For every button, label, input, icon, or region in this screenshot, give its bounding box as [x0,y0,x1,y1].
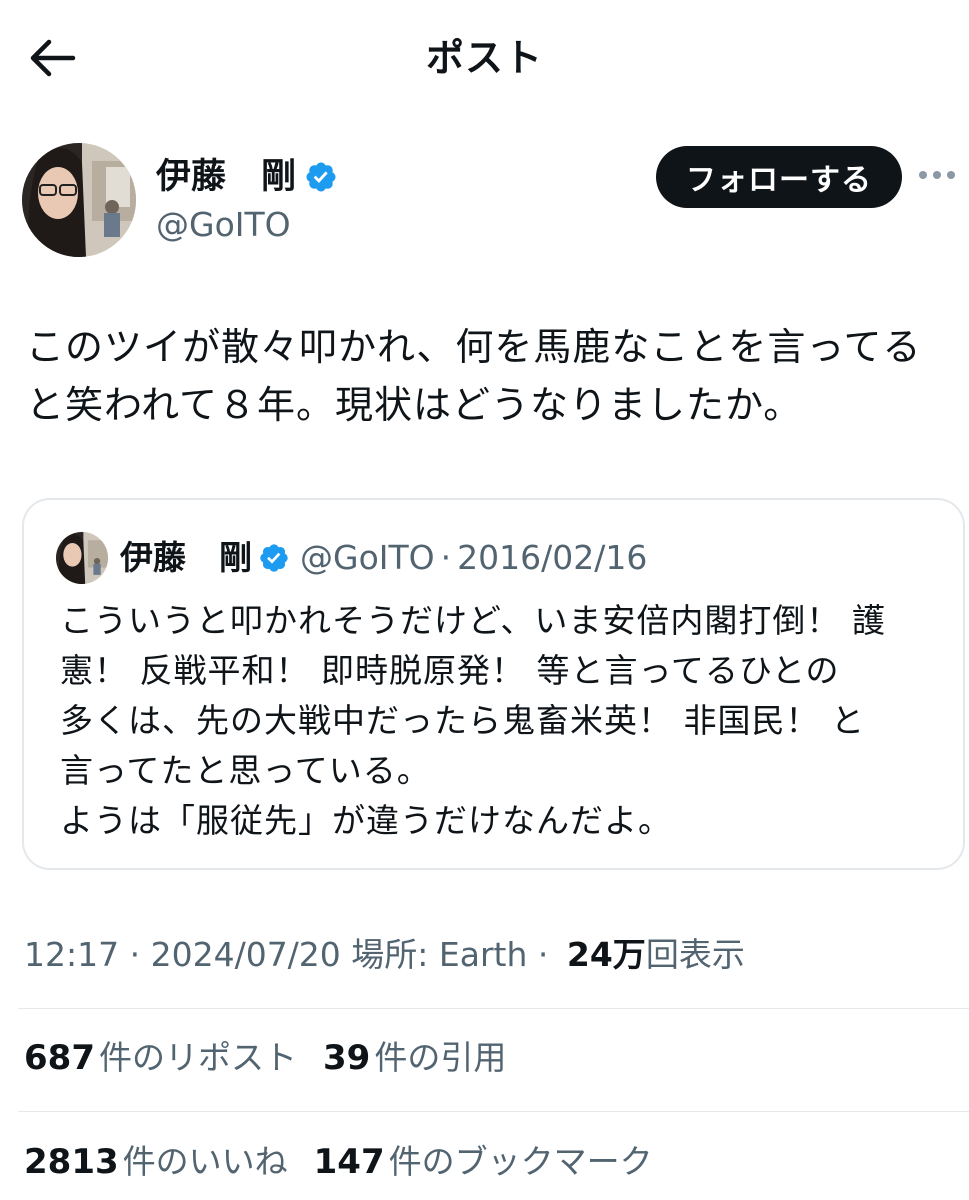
reposts-label: 件のリポスト [98,1038,297,1077]
post-location: 場所: Earth [340,935,528,974]
quoted-post[interactable]: 伊藤 剛 @GoITO · 2016/02/16 こういうと叩かれそうだけど、い… [22,498,965,870]
author-name: 伊藤 剛 [156,157,297,197]
post-date: 2024/07/20 [150,935,341,974]
divider [18,1111,969,1112]
verified-badge-icon [260,544,288,572]
top-bar: ポスト [0,0,969,112]
likes-count: 2813 [24,1142,119,1182]
more-button[interactable] [917,155,957,195]
divider [18,1008,969,1009]
views-label: 回表示 [645,935,745,974]
more-horizontal-icon [919,171,955,179]
verified-badge-icon [306,162,336,192]
bookmarks-label: 件のブックマーク [388,1142,653,1181]
quote-separator: · [440,538,452,577]
quote-author-handle: @GoITO [300,538,435,577]
quote-header: 伊藤 剛 @GoITO · 2016/02/16 [120,534,647,582]
quote-avatar [56,532,108,584]
post-author: 伊藤 剛 @GoITO フォローする [22,143,955,258]
bookmarks-stat[interactable]: 147 件のブックマーク [314,1136,653,1188]
meta-separator: · [119,935,151,974]
meta-separator: · [527,935,559,974]
views-count[interactable]: 24万 [567,930,646,980]
post-time: 12:17 [24,935,120,974]
post-text: このツイが散々叩かれ、何を馬鹿なことを言ってる と笑われて８年。現状はどうなりま… [26,325,922,427]
quote-avatar-image [56,532,108,584]
quotes-count: 39 [322,1038,371,1078]
avatar-image [22,143,136,257]
reposts-stat[interactable]: 687 件のリポスト [24,1032,297,1084]
quote-author-name: 伊藤 剛 [120,538,252,577]
author-name-row[interactable]: 伊藤 剛 [156,155,338,199]
avatar[interactable] [22,143,136,257]
quotes-label: 件の引用 [374,1038,507,1077]
quote-date: 2016/02/16 [457,538,648,577]
stats-row: 2813 件のいいね 147 件のブックマーク [24,1136,679,1188]
quotes-stat[interactable]: 39 件の引用 [323,1032,506,1084]
quote-text: こういうと叩かれそうだけど、いま安倍内閣打倒！ 護 憲！ 反戦平和！ 即時脱原発… [60,601,886,840]
author-handle[interactable]: @GoITO [156,203,291,247]
likes-label: 件のいいね [122,1142,288,1181]
post-meta: 12:17 · 2024/07/20 場所: Earth · 24万 回表示 [24,930,745,980]
stats-row: 687 件のリポスト 39 件の引用 [24,1032,532,1084]
reposts-count: 687 [24,1038,95,1078]
page-title: ポスト [425,36,543,80]
follow-button[interactable]: フォローする [656,146,902,208]
bookmarks-count: 147 [313,1142,385,1182]
likes-stat[interactable]: 2813 件のいいね [24,1136,288,1188]
